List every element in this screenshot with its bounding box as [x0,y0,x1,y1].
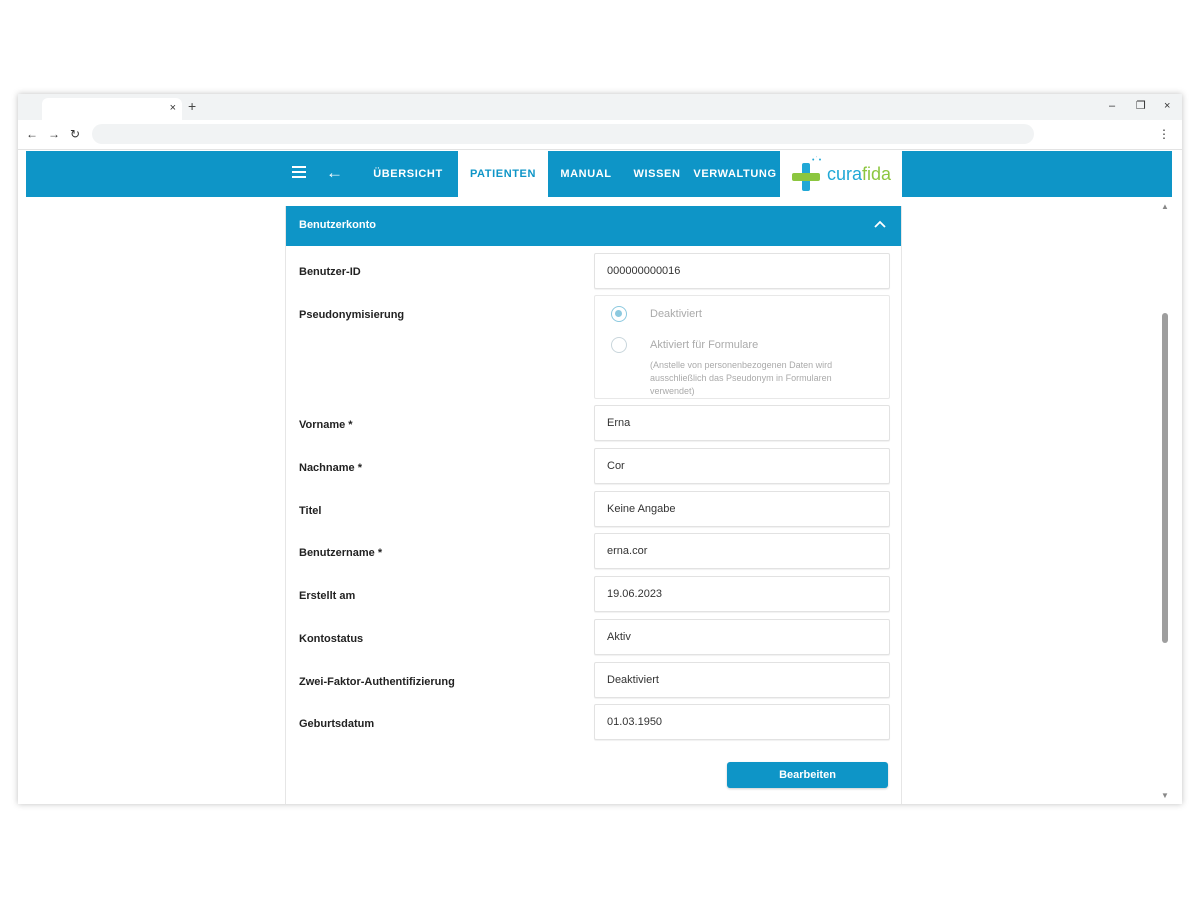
chevron-up-icon[interactable] [873,217,887,231]
label-benutzer-id: Benutzer-ID [299,266,361,278]
curafida-logo[interactable]: •˙• curafida [780,151,902,197]
field-benutzer-id: 000000000016 [594,253,890,289]
nav-uebersicht[interactable]: ÜBERSICHT [358,151,458,197]
nav-manual[interactable]: MANUAL [548,151,624,197]
tab-strip: × + – ❐ × [18,94,1182,120]
forward-icon[interactable]: → [48,127,60,141]
back-icon[interactable]: ← [26,127,38,141]
edit-button[interactable]: Bearbeiten [727,762,888,788]
radio-aktiviert[interactable] [611,337,627,353]
radio-label-aktiviert: Aktiviert für Formulare [650,339,759,351]
label-kontostatus: Kontostatus [299,633,364,645]
label-benutzername: Benutzername * [299,547,383,559]
tab-close-icon[interactable]: × [170,101,176,115]
radio-deaktiviert[interactable] [611,306,627,322]
card-title: Benutzerkonto [299,219,376,231]
minimize-icon[interactable]: – [1109,99,1115,113]
scroll-down-icon[interactable]: ▼ [1161,791,1169,800]
address-bar[interactable] [92,124,1034,144]
label-vorname: Vorname * [299,419,353,431]
restore-icon[interactable]: ❐ [1136,99,1146,113]
logo-dots: •˙• [812,157,823,164]
browser-tab[interactable]: × [42,98,182,120]
browser-toolbar: ← → ↻ ⋮ [18,120,1182,150]
pseudonym-radio-group: Deaktiviert Aktiviert für Formulare (Ans… [594,295,890,399]
nav-verwaltung[interactable]: VERWALTUNG [690,151,780,197]
label-titel: Titel [299,505,322,517]
nav-patienten[interactable]: PATIENTEN [458,151,548,197]
field-geburtsdatum: 01.03.1950 [594,704,890,740]
label-pseudonymisierung: Pseudonymisierung [299,309,405,321]
close-window-icon[interactable]: × [1164,99,1170,113]
reload-icon[interactable]: ↻ [70,127,80,141]
app-bar: ← ÜBERSICHT PATIENTEN MANUAL WISSEN VERW… [26,151,1172,197]
label-zwei-faktor: Zwei-Faktor-Authentifizierung [299,676,455,688]
radio-label-deaktiviert: Deaktiviert [650,308,702,320]
field-vorname: Erna [594,405,890,441]
card-header[interactable]: Benutzerkonto [286,206,901,246]
account-card: Benutzerkonto Benutzer-ID 000000000016 P… [285,206,902,804]
field-kontostatus: Aktiv [594,619,890,655]
menu-icon[interactable] [292,166,308,180]
pseudonym-hint: (Anstelle von personenbezogenen Daten wi… [650,360,833,396]
new-tab-icon[interactable]: + [188,98,196,114]
back-arrow-icon[interactable]: ← [326,163,343,183]
label-erstellt-am: Erstellt am [299,590,356,602]
field-erstellt-am: 19.06.2023 [594,576,890,612]
scroll-up-icon[interactable]: ▲ [1161,202,1169,211]
field-benutzername: erna.cor [594,533,890,569]
label-geburtsdatum: Geburtsdatum [299,718,375,730]
label-nachname: Nachname * [299,462,362,474]
browser-window: × + – ❐ × ← → ↻ ⋮ ← ÜBERSICHT PATIENTEN … [18,94,1182,804]
field-zwei-faktor: Deaktiviert [594,662,890,698]
logo-text: curafida [827,164,892,184]
scrollbar-thumb[interactable] [1162,313,1168,643]
browser-menu-icon[interactable]: ⋮ [1158,127,1170,141]
nav-wissen[interactable]: WISSEN [624,151,690,197]
logo-cross-icon [792,163,820,191]
scrollbar[interactable]: ▲ ▼ [1158,197,1172,804]
page-viewport: ← ÜBERSICHT PATIENTEN MANUAL WISSEN VERW… [26,151,1172,804]
field-titel: Keine Angabe [594,491,890,527]
field-nachname: Cor [594,448,890,484]
